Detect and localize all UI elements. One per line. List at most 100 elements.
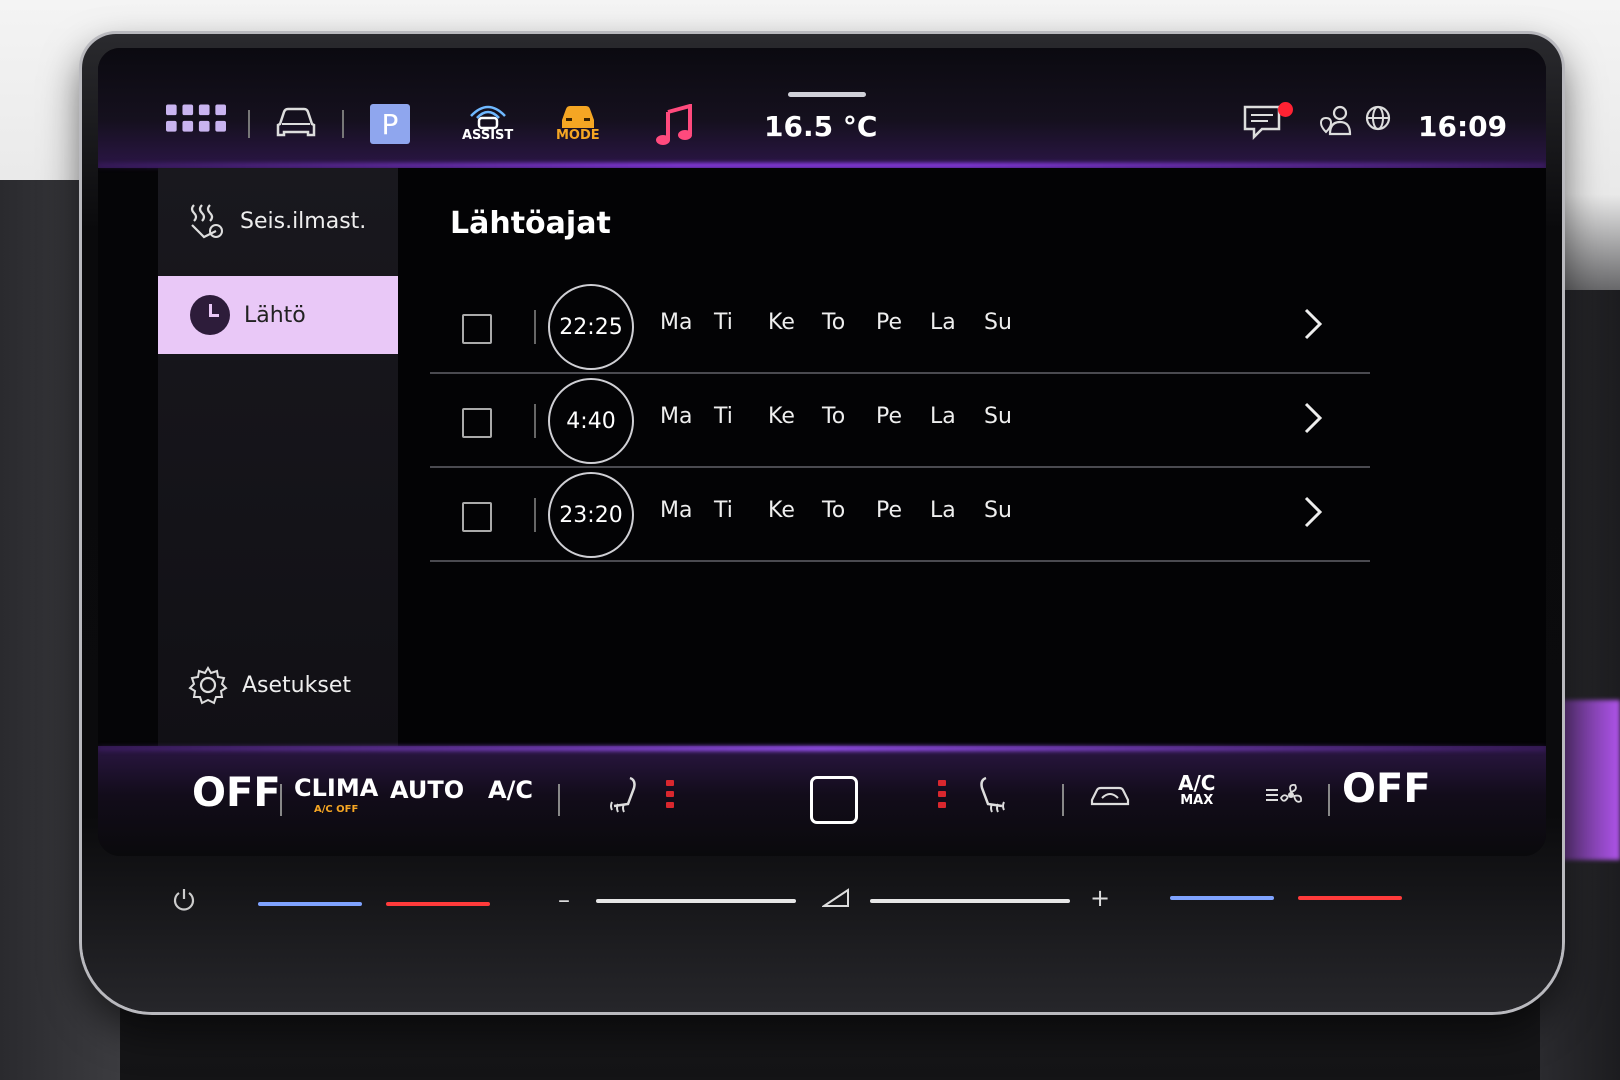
weekday[interactable]: Ma bbox=[660, 498, 714, 523]
left-off-label: OFF bbox=[192, 770, 281, 816]
ac-max-bottom-label: MAX bbox=[1180, 793, 1214, 808]
ac-button[interactable]: A/C bbox=[488, 776, 533, 804]
clima-label: CLIMA bbox=[294, 774, 379, 802]
separator bbox=[534, 498, 536, 532]
departure-time[interactable]: 23:20 bbox=[548, 472, 634, 558]
assist-icon[interactable]: ASSIST bbox=[462, 104, 513, 143]
weekday-list: Ma Ti Ke To Pe La Su bbox=[660, 404, 1038, 429]
weekday[interactable]: Pe bbox=[876, 310, 930, 335]
chevron-right-icon[interactable] bbox=[1302, 306, 1324, 346]
power-icon[interactable] bbox=[170, 886, 198, 918]
passenger-heat-level bbox=[938, 780, 946, 808]
left-climate-off-button[interactable]: OFF bbox=[192, 770, 281, 816]
volume-minus[interactable]: – bbox=[558, 886, 570, 914]
volume-plus[interactable]: + bbox=[1090, 884, 1110, 912]
left-temp-hot-slider[interactable] bbox=[386, 902, 490, 906]
weekday[interactable]: Su bbox=[984, 498, 1038, 523]
apps-grid-icon[interactable] bbox=[166, 104, 226, 134]
assist-label: ASSIST bbox=[462, 128, 514, 143]
sidebar-item-label: Seis.ilmast. bbox=[240, 208, 367, 234]
departure-checkbox[interactable] bbox=[462, 314, 492, 344]
departure-row[interactable]: 23:20 Ma Ti Ke To Pe La Su bbox=[430, 468, 1370, 562]
sidebar-item-departure[interactable]: Lähtö bbox=[158, 276, 398, 354]
separator bbox=[534, 310, 536, 344]
driver-seat-heat-icon[interactable] bbox=[606, 776, 640, 816]
right-temp-hot-slider[interactable] bbox=[1298, 896, 1402, 900]
status-bar: P ASSIST MODE 16.5 °C 16:09 bbox=[98, 48, 1546, 168]
parking-icon[interactable]: P bbox=[370, 104, 410, 144]
notification-dot bbox=[1278, 102, 1293, 117]
clock-icon bbox=[190, 295, 230, 335]
separator bbox=[248, 110, 250, 138]
departure-time[interactable]: 22:25 bbox=[548, 284, 634, 370]
chevron-right-icon[interactable] bbox=[1302, 400, 1324, 440]
right-climate-off-button[interactable]: OFF bbox=[1342, 766, 1431, 812]
pull-down-handle[interactable] bbox=[788, 92, 866, 97]
departure-row[interactable]: 4:40 Ma Ti Ke To Pe La Su bbox=[430, 374, 1370, 468]
weekday[interactable]: Pe bbox=[876, 404, 930, 429]
parking-button-label: P bbox=[370, 104, 410, 144]
car-icon[interactable] bbox=[274, 104, 318, 140]
ac-max-button[interactable]: A/C MAX bbox=[1178, 771, 1216, 810]
recirculation-icon[interactable] bbox=[1088, 784, 1132, 806]
sidebar: Seis.ilmast. Lähtö Asetukset bbox=[158, 168, 398, 746]
departure-checkbox[interactable] bbox=[462, 502, 492, 532]
passenger-seat-heat-icon[interactable] bbox=[976, 776, 1010, 816]
right-temp-cold-slider[interactable] bbox=[1170, 896, 1274, 900]
ac-off-sublabel: A/C OFF bbox=[313, 804, 359, 815]
music-note-icon[interactable] bbox=[654, 104, 694, 146]
weekday[interactable]: To bbox=[822, 404, 876, 429]
volume-icon bbox=[820, 886, 850, 914]
weekday[interactable]: La bbox=[930, 498, 984, 523]
weekday[interactable]: La bbox=[930, 404, 984, 429]
separator bbox=[1328, 784, 1330, 816]
weekday[interactable]: Ti bbox=[714, 404, 768, 429]
gear-icon bbox=[188, 665, 228, 705]
outside-temperature: 16.5 °C bbox=[764, 110, 878, 143]
chevron-right-icon[interactable] bbox=[1302, 494, 1324, 534]
auto-label: AUTO bbox=[390, 776, 465, 804]
driver-heat-level bbox=[666, 780, 674, 808]
separator bbox=[534, 404, 536, 438]
weekday-list: Ma Ti Ke To Pe La Su bbox=[660, 310, 1038, 335]
right-off-label: OFF bbox=[1342, 766, 1431, 812]
aux-climate-icon bbox=[188, 201, 226, 241]
sync-button[interactable] bbox=[810, 776, 858, 824]
user-location-icon[interactable] bbox=[1320, 104, 1354, 138]
ac-max-top-label: A/C bbox=[1178, 771, 1216, 795]
sidebar-item-settings[interactable]: Asetukset bbox=[158, 646, 398, 724]
weekday[interactable]: Ti bbox=[714, 498, 768, 523]
weekday[interactable]: La bbox=[930, 310, 984, 335]
weekday[interactable]: Ti bbox=[714, 310, 768, 335]
departure-times-panel: Lähtöajat 22:25 Ma Ti Ke To Pe La Su 4:40 Ma Ti… bbox=[398, 168, 1546, 746]
volume-slider-right[interactable] bbox=[870, 899, 1070, 903]
weekday[interactable]: Ma bbox=[660, 310, 714, 335]
weekday[interactable]: Ma bbox=[660, 404, 714, 429]
weekday[interactable]: Su bbox=[984, 310, 1038, 335]
climate-bar: OFF CLIMA A/C OFF AUTO A/C A/C MAX OFF bbox=[98, 746, 1546, 856]
weekday-list: Ma Ti Ke To Pe La Su bbox=[660, 498, 1038, 523]
separator bbox=[280, 784, 282, 816]
mode-icon[interactable]: MODE bbox=[556, 104, 600, 143]
weekday[interactable]: Ke bbox=[768, 404, 822, 429]
departure-row[interactable]: 22:25 Ma Ti Ke To Pe La Su bbox=[430, 280, 1370, 374]
weekday[interactable]: To bbox=[822, 498, 876, 523]
weekday[interactable]: Ke bbox=[768, 310, 822, 335]
weekday[interactable]: To bbox=[822, 310, 876, 335]
page-title: Lähtöajat bbox=[450, 206, 611, 241]
fan-icon[interactable] bbox=[1264, 782, 1304, 808]
weekday[interactable]: Su bbox=[984, 404, 1038, 429]
left-temp-cold-slider[interactable] bbox=[258, 902, 362, 906]
weekday[interactable]: Pe bbox=[876, 498, 930, 523]
departure-checkbox[interactable] bbox=[462, 408, 492, 438]
settings-label: Asetukset bbox=[242, 672, 351, 698]
weekday[interactable]: Ke bbox=[768, 498, 822, 523]
globe-icon[interactable] bbox=[1364, 104, 1392, 132]
auto-button[interactable]: AUTO bbox=[390, 776, 464, 804]
clima-button[interactable]: CLIMA A/C OFF bbox=[294, 774, 378, 815]
sidebar-item-label: Lähtö bbox=[244, 302, 306, 328]
clock-time: 16:09 bbox=[1418, 110, 1508, 143]
departure-time[interactable]: 4:40 bbox=[548, 378, 634, 464]
sidebar-item-aux-climate[interactable]: Seis.ilmast. bbox=[158, 182, 398, 260]
volume-slider-left[interactable] bbox=[596, 899, 796, 903]
